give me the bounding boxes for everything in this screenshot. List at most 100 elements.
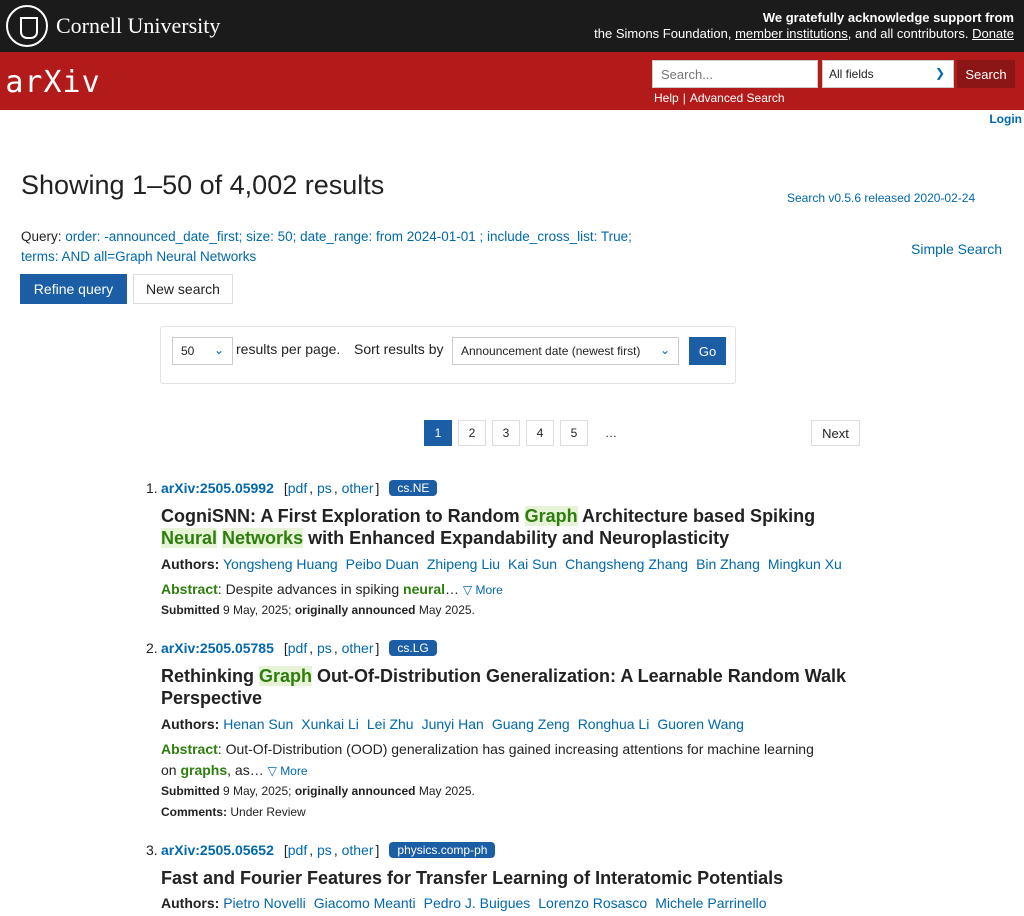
- author-link[interactable]: Junyi Han: [422, 716, 484, 732]
- format-links: [pdf, ps, other]: [283, 842, 380, 858]
- version-link[interactable]: Search v0.5.6 released 2020-02-24: [787, 191, 975, 205]
- other-link[interactable]: other: [342, 640, 374, 656]
- ack-text: the Simons Foundation,: [594, 26, 736, 41]
- chevron-down-icon: ⌄: [659, 343, 670, 357]
- comments-text: Under Review: [227, 805, 306, 819]
- sort-label: Sort results by: [354, 341, 444, 357]
- chevron-down-icon: ❯: [934, 66, 945, 80]
- query-description: Query: order: -announced_date_first; siz…: [21, 227, 641, 267]
- result-number: 3.: [146, 842, 158, 858]
- page-link-5[interactable]: 5: [560, 420, 588, 446]
- author-link[interactable]: Ronghua Li: [578, 716, 650, 732]
- page-size-select[interactable]: 50 ⌄: [172, 337, 233, 365]
- title-highlight: Graph: [259, 666, 313, 686]
- page-ellipsis[interactable]: …: [594, 420, 628, 446]
- author-link[interactable]: Peibo Duan: [346, 556, 419, 572]
- author-link[interactable]: Changsheng Zhang: [565, 556, 688, 572]
- author-link[interactable]: Pietro Novelli: [223, 895, 305, 911]
- other-link[interactable]: other: [342, 842, 374, 858]
- results-controls: 50 ⌄ results per page. Sort results by A…: [160, 326, 736, 384]
- cornell-name: Cornell University: [56, 13, 221, 38]
- cornell-logo-link[interactable]: Cornell University: [6, 4, 220, 48]
- new-search-button[interactable]: New search: [133, 274, 233, 304]
- author-link[interactable]: Lorenzo Rosasco: [538, 895, 647, 911]
- authors-line: Authors: Yongsheng Huang Peibo Duan Zhipen…: [161, 556, 850, 572]
- result-title: Fast and Fourier Features for Transfer L…: [161, 867, 861, 889]
- abstract-label: Abstract: [161, 741, 218, 757]
- pdf-link[interactable]: pdf: [288, 842, 307, 858]
- acknowledgement: We gratefully acknowledge support from t…: [594, 10, 1014, 42]
- simple-search-link[interactable]: Simple Search: [911, 241, 1002, 257]
- help-link[interactable]: Help: [654, 91, 679, 105]
- abstract-text: : Despite advances in spiking: [217, 581, 404, 597]
- result-number: 2.: [146, 640, 158, 656]
- go-button[interactable]: Go: [689, 337, 726, 365]
- other-link[interactable]: other: [342, 480, 374, 496]
- page-link-2[interactable]: 2: [458, 420, 486, 446]
- authors-line: Authors: Pietro Novelli Giacomo Meanti Ped…: [161, 895, 775, 911]
- login-link[interactable]: Login: [989, 112, 1022, 126]
- category-tag: cs.LG: [389, 640, 437, 656]
- submitted-label: Submitted: [161, 784, 220, 798]
- submitted-line: Submitted 9 May, 2025; originally announ…: [161, 603, 475, 617]
- abstract-text: : Out-Of-Distribution (OOD) generalizati…: [217, 741, 814, 757]
- abstract: Abstract: Despite advances in spiking ne…: [161, 579, 861, 601]
- cornell-bar: Cornell University We gratefully acknowl…: [0, 0, 1024, 52]
- more-link[interactable]: ▽ More: [463, 583, 503, 597]
- page-link-3[interactable]: 3: [492, 420, 520, 446]
- ps-link[interactable]: ps: [317, 640, 332, 656]
- search-button[interactable]: Search: [957, 60, 1015, 88]
- author-link[interactable]: Bin Zhang: [696, 556, 760, 572]
- pdf-link[interactable]: pdf: [288, 640, 307, 656]
- query-link[interactable]: order: -announced_date_first; size: 50; …: [21, 229, 632, 264]
- sort-value: Announcement date (newest first): [461, 344, 641, 358]
- format-links: [pdf, ps, other]: [283, 480, 380, 496]
- more-link[interactable]: ▽ More: [268, 764, 308, 778]
- author-link[interactable]: Michele Parrinello: [655, 895, 766, 911]
- title-text: with Enhanced Expandability and Neuropla…: [303, 528, 730, 548]
- author-link[interactable]: Zhipeng Liu: [427, 556, 500, 572]
- page-link-4[interactable]: 4: [526, 420, 554, 446]
- author-link[interactable]: Kai Sun: [508, 556, 557, 572]
- ps-link[interactable]: ps: [317, 480, 332, 496]
- search-field-select[interactable]: All fields ❯: [822, 60, 954, 88]
- pagination: 1 2 3 4 5 …: [424, 420, 634, 446]
- author-link[interactable]: Lei Zhu: [367, 716, 414, 732]
- title-text: Architecture based Spiking: [577, 506, 816, 526]
- arxiv-id-link[interactable]: arXiv:2505.05992: [161, 480, 274, 496]
- author-link[interactable]: Yongsheng Huang: [223, 556, 338, 572]
- author-link[interactable]: Pedro J. Buigues: [424, 895, 531, 911]
- author-link[interactable]: Henan Sun: [223, 716, 293, 732]
- abstract-text: , as…: [227, 762, 264, 778]
- donate-link[interactable]: Donate: [972, 26, 1014, 41]
- ps-link[interactable]: ps: [317, 842, 332, 858]
- sort-select[interactable]: Announcement date (newest first) ⌄: [452, 337, 679, 365]
- advanced-search-link[interactable]: Advanced Search: [690, 91, 785, 105]
- result-id-line: arXiv:2505.05992 [pdf, ps, other] cs.NE: [161, 480, 438, 496]
- search-input[interactable]: [652, 60, 818, 88]
- author-link[interactable]: Guang Zeng: [492, 716, 570, 732]
- submitted-date: 9 May, 2025;: [219, 784, 295, 798]
- page-link-1[interactable]: 1: [424, 420, 452, 446]
- arxiv-id-link[interactable]: arXiv:2505.05652: [161, 842, 274, 858]
- author-link[interactable]: Giacomo Meanti: [314, 895, 416, 911]
- abstract-label: Abstract: [161, 581, 218, 597]
- refine-query-button[interactable]: Refine query: [20, 274, 127, 304]
- member-institutions-link[interactable]: member institutions: [735, 26, 848, 41]
- arxiv-logo[interactable]: arXiv: [5, 61, 99, 103]
- author-link[interactable]: Mingkun Xu: [768, 556, 842, 572]
- author-link[interactable]: Xunkai Li: [301, 716, 359, 732]
- help-links: Help | Advanced Search: [654, 91, 785, 105]
- comments-label: Comments:: [161, 805, 228, 819]
- authors-label: Authors:: [161, 716, 220, 732]
- next-page-button[interactable]: Next: [811, 420, 860, 446]
- category-tag: cs.NE: [389, 480, 438, 496]
- arxiv-id-link[interactable]: arXiv:2505.05785: [161, 640, 274, 656]
- pdf-link[interactable]: pdf: [288, 480, 307, 496]
- result-title: CogniSNN: A First Exploration to Random …: [161, 505, 861, 549]
- abstract-highlight: neural: [403, 581, 446, 597]
- arxiv-logo-text: arXiv: [5, 64, 101, 100]
- cornell-seal-icon: [6, 5, 48, 47]
- author-link[interactable]: Guoren Wang: [657, 716, 744, 732]
- page-title: Showing 1–50 of 4,002 results: [21, 170, 385, 200]
